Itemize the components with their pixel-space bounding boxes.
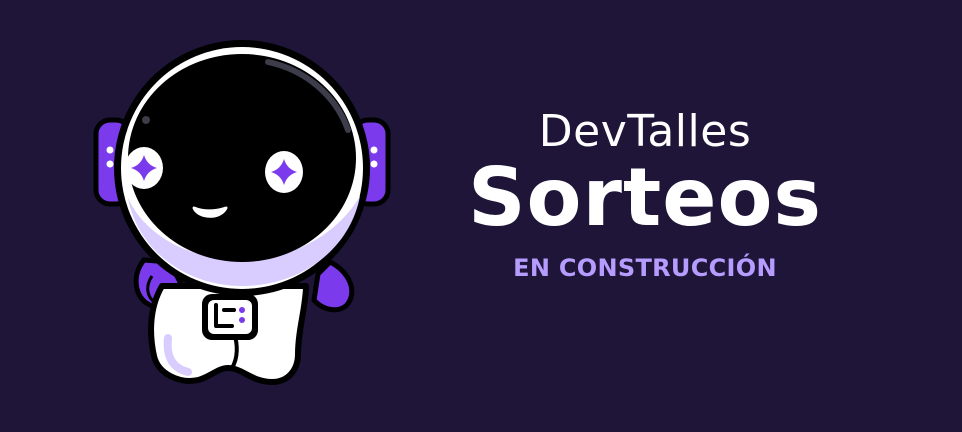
astronaut-mascot-icon xyxy=(93,40,391,385)
status-text: EN CONSTRUCCIÓN xyxy=(513,254,777,282)
page: DevTalles Sorteos EN CONSTRUCCIÓN xyxy=(0,0,962,432)
page-title: Sorteos xyxy=(467,151,823,244)
brand-block: DevTalles Sorteos EN CONSTRUCCIÓN xyxy=(440,104,850,284)
devtalles-logo-icon xyxy=(202,294,258,340)
mascot-eye-left xyxy=(125,147,163,189)
mascot-eye-right xyxy=(265,151,303,193)
